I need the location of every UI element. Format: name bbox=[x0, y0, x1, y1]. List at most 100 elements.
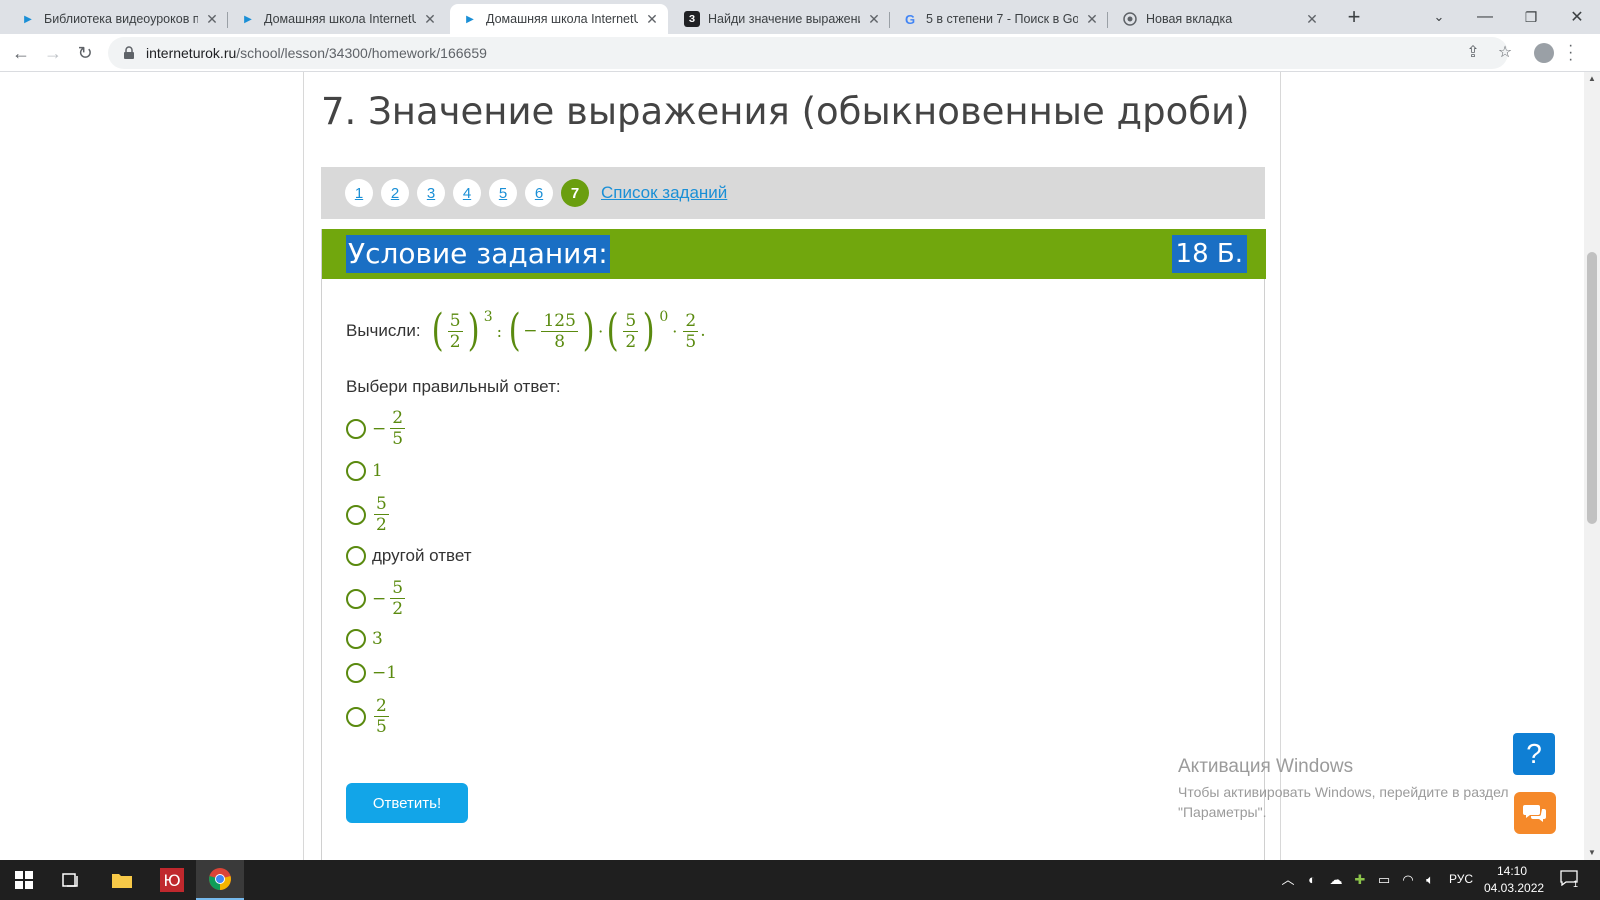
answer-option[interactable]: другой ответ bbox=[346, 546, 472, 566]
answer-option[interactable]: −5 2 bbox=[346, 578, 407, 619]
browser-tab[interactable]: G 5 в степени 7 - Поиск в Goo ✕ bbox=[890, 4, 1108, 34]
windows-activation-watermark: Активация Windows Чтобы активировать Win… bbox=[1178, 756, 1509, 820]
radio-button[interactable] bbox=[346, 461, 366, 481]
browser-tab-active[interactable]: ▶ Домашняя школа InternetUr ✕ bbox=[450, 4, 668, 34]
windows-start-icon[interactable] bbox=[0, 860, 48, 900]
task-box: Условие задания: 18 Б. Вычисли: ( 52 ) 3… bbox=[321, 229, 1266, 860]
new-tab-button[interactable]: + bbox=[1342, 6, 1366, 30]
task-number-5[interactable]: 5 bbox=[489, 179, 517, 207]
reload-icon[interactable]: ↻ bbox=[72, 40, 98, 66]
fraction: 125 8 bbox=[541, 310, 578, 352]
page-viewport: 7. Значение выражения (обыкновенные дроб… bbox=[0, 72, 1584, 860]
fraction: 52 bbox=[623, 310, 639, 352]
notification-center-icon[interactable]: 1 bbox=[1560, 870, 1582, 890]
exponent: 0 bbox=[659, 309, 669, 325]
lesson-content: 7. Значение выражения (обыкновенные дроб… bbox=[303, 72, 1281, 860]
system-clock[interactable]: 14:10 04.03.2022 bbox=[1484, 863, 1544, 897]
task-number-6[interactable]: 6 bbox=[525, 179, 553, 207]
radio-button[interactable] bbox=[346, 418, 366, 439]
radio-button[interactable] bbox=[346, 629, 366, 649]
help-button[interactable]: ? bbox=[1513, 733, 1555, 775]
lock-icon bbox=[124, 46, 134, 59]
tab-search-icon[interactable]: ⌄ bbox=[1416, 0, 1462, 34]
task-number-2[interactable]: 2 bbox=[381, 179, 409, 207]
scrollbar-thumb[interactable] bbox=[1587, 252, 1597, 524]
submit-answer-button[interactable]: Ответить! bbox=[346, 783, 468, 823]
minimize-icon[interactable]: — bbox=[1462, 0, 1508, 34]
url-field[interactable]: interneturok.ru/school/lesson/34300/home… bbox=[108, 37, 1508, 69]
task-number-7-active[interactable]: 7 bbox=[561, 179, 589, 207]
play-icon: ▶ bbox=[24, 13, 32, 25]
answer-option[interactable]: 25 bbox=[346, 696, 391, 737]
yandex-app-icon[interactable]: Ю bbox=[148, 860, 196, 900]
close-tab-icon[interactable]: ✕ bbox=[1084, 11, 1100, 28]
svg-text:Ю: Ю bbox=[163, 871, 180, 890]
radio-button[interactable] bbox=[346, 546, 366, 566]
tray-expand-icon[interactable]: ︿ bbox=[1280, 872, 1296, 888]
volume-icon[interactable]: 🔈︎ bbox=[1422, 872, 1438, 888]
fraction: 52 bbox=[447, 310, 463, 352]
radio-button[interactable] bbox=[346, 706, 366, 727]
close-tab-icon[interactable]: ✕ bbox=[1304, 11, 1320, 28]
browser-tab-bar: ▶ Библиотека видеоуроков по ✕ ▶ Домашняя… bbox=[0, 0, 1600, 34]
browser-tab[interactable]: ▶ Домашняя школа InternetUr ✕ bbox=[228, 4, 446, 34]
znanija-icon: З bbox=[684, 11, 700, 27]
close-tab-icon[interactable]: ✕ bbox=[422, 11, 438, 28]
scroll-down-icon[interactable]: ▼ bbox=[1587, 848, 1597, 857]
task-view-icon[interactable] bbox=[48, 860, 96, 900]
file-explorer-icon[interactable] bbox=[98, 860, 146, 900]
battery-icon[interactable]: ▭ bbox=[1376, 872, 1392, 888]
close-tab-icon[interactable]: ✕ bbox=[204, 11, 220, 28]
play-icon: ▶ bbox=[466, 13, 474, 25]
exponent: 3 bbox=[483, 309, 493, 325]
close-window-icon[interactable]: ✕ bbox=[1554, 0, 1600, 34]
tray-sync-icon[interactable]: ☁ bbox=[1328, 872, 1344, 888]
answer-option[interactable]: −2 5 bbox=[346, 408, 407, 449]
close-tab-icon[interactable]: ✕ bbox=[866, 11, 882, 28]
choose-answer-label: Выбери правильный ответ: bbox=[346, 377, 561, 396]
task-number-1[interactable]: 1 bbox=[345, 179, 373, 207]
page-scrollbar[interactable]: ▲ ▼ bbox=[1584, 72, 1600, 860]
task-header: Условие задания: 18 Б. bbox=[322, 229, 1266, 279]
radio-button[interactable] bbox=[346, 663, 366, 683]
back-icon[interactable]: ← bbox=[8, 40, 34, 66]
share-icon[interactable]: ⇪ bbox=[1460, 40, 1486, 66]
restore-icon[interactable]: ❐ bbox=[1508, 0, 1554, 34]
browser-tab[interactable]: ▶ Библиотека видеоуроков по ✕ bbox=[8, 4, 228, 34]
task-list-link[interactable]: Список заданий bbox=[601, 183, 727, 203]
chrome-icon bbox=[1122, 11, 1138, 27]
radio-button[interactable] bbox=[346, 504, 366, 525]
browser-tab[interactable]: З Найди значение выражени ✕ bbox=[672, 4, 890, 34]
page-title: 7. Значение выражения (обыкновенные дроб… bbox=[321, 90, 1250, 133]
address-bar: ← → ↻ interneturok.ru/school/lesson/3430… bbox=[0, 34, 1600, 72]
tray-plus-icon[interactable]: ✚ bbox=[1352, 872, 1368, 888]
browser-tab[interactable]: Новая вкладка ✕ bbox=[1110, 4, 1328, 34]
close-tab-icon[interactable]: ✕ bbox=[644, 11, 660, 28]
menu-kebab-icon[interactable]: · · · bbox=[1568, 38, 1574, 68]
forward-icon[interactable]: → bbox=[40, 40, 66, 66]
math-expression: ( 52 ) 3 : ( − 125 8 ) · ( 52 ) 0 · 25 . bbox=[431, 305, 706, 356]
wifi-icon[interactable]: ◠ bbox=[1400, 872, 1416, 888]
answer-option[interactable]: 52 bbox=[346, 494, 391, 535]
answer-option[interactable]: −1 bbox=[346, 663, 397, 683]
chrome-taskbar-icon[interactable] bbox=[196, 860, 244, 900]
tray-app-icon[interactable]: ◐ bbox=[1304, 872, 1320, 888]
task-condition-heading: Условие задания: bbox=[346, 235, 610, 273]
bookmark-star-icon[interactable]: ☆ bbox=[1492, 40, 1518, 66]
task-points-badge: 18 Б. bbox=[1171, 235, 1247, 273]
profile-avatar[interactable] bbox=[1534, 43, 1554, 63]
input-language[interactable]: РУС bbox=[1449, 872, 1473, 886]
chat-button[interactable] bbox=[1514, 792, 1556, 834]
chat-icon bbox=[1523, 805, 1546, 822]
play-icon: ▶ bbox=[244, 13, 252, 25]
problem-label: Вычисли: bbox=[346, 321, 421, 340]
answer-option[interactable]: 3 bbox=[346, 629, 383, 649]
task-number-3[interactable]: 3 bbox=[417, 179, 445, 207]
google-icon: G bbox=[904, 11, 916, 27]
answer-option[interactable]: 1 bbox=[346, 461, 383, 481]
scroll-up-icon[interactable]: ▲ bbox=[1587, 74, 1597, 83]
fraction: 25 bbox=[683, 310, 699, 352]
task-number-4[interactable]: 4 bbox=[453, 179, 481, 207]
task-navigation: 1 2 3 4 5 6 7 Список заданий bbox=[321, 167, 1265, 219]
radio-button[interactable] bbox=[346, 588, 366, 609]
